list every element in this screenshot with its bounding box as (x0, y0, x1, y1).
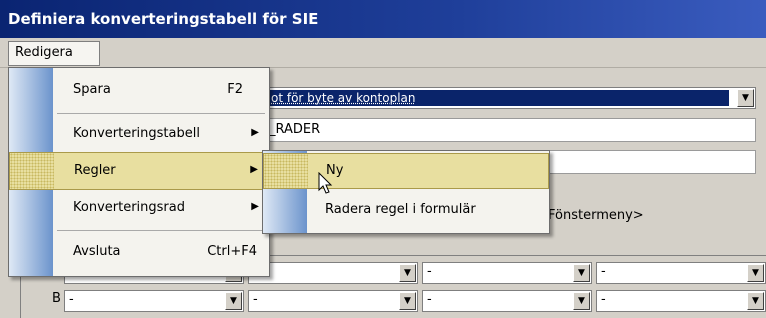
context-menu-hint: Fönstermeny> (548, 208, 644, 223)
mouse-cursor-icon (318, 172, 333, 194)
grid-cell[interactable]: - ▼ (596, 290, 766, 312)
menu-bar: Redigera (0, 38, 766, 68)
submenu-item-ny[interactable]: Ny (263, 153, 549, 189)
menu-item-spara[interactable]: Spara F2 (9, 72, 269, 110)
menu-item-regler[interactable]: Regler ▶ (9, 152, 269, 190)
submenu-arrow-icon: ▶ (251, 201, 259, 212)
grid-cell[interactable]: - ▼ (248, 290, 418, 312)
submenu-arrow-icon: ▶ (250, 164, 258, 175)
menu-redigera[interactable]: Redigera (8, 41, 100, 66)
chevron-down-icon[interactable]: ▼ (747, 264, 764, 282)
grid-cell[interactable]: - ▼ (422, 290, 592, 312)
chevron-down-icon[interactable]: ▼ (747, 292, 764, 310)
window-title: Definiera konverteringstabell för SIE (0, 0, 766, 38)
highlight-strip (10, 153, 54, 189)
chevron-down-icon[interactable]: ▼ (737, 89, 754, 107)
chevron-down-icon[interactable]: ▼ (573, 292, 590, 310)
grid-cell[interactable]: ▼ (248, 262, 418, 284)
redigera-dropdown-menu: Spara F2 Konverteringstabell ▶ Regler ▶ … (8, 67, 270, 277)
chevron-down-icon[interactable]: ▼ (399, 264, 416, 282)
table-name-value: _RADER (269, 122, 321, 137)
menu-item-avsluta[interactable]: Avsluta Ctrl+F4 (9, 234, 269, 272)
menu-item-konverteringstabell[interactable]: Konverteringstabell ▶ (9, 116, 269, 154)
grid-cell[interactable]: - ▼ (422, 262, 592, 284)
menu-item-konverteringsrad[interactable]: Konverteringsrad ▶ (9, 190, 269, 228)
grid-cell[interactable]: - ▼ (596, 262, 766, 284)
description-field[interactable] (540, 150, 756, 174)
table-name-field[interactable]: _RADER (262, 118, 756, 142)
menu-separator (57, 230, 265, 231)
regler-submenu: Ny Radera regel i formulär (262, 150, 550, 234)
chevron-down-icon[interactable]: ▼ (399, 292, 416, 310)
conversion-type-combo[interactable]: ot för byte av kontoplan ▼ (262, 87, 756, 109)
submenu-arrow-icon: ▶ (251, 127, 259, 138)
submenu-item-radera-regel[interactable]: Radera regel i formulär (263, 193, 549, 229)
highlight-strip (264, 154, 308, 188)
row-label-b: B (52, 291, 61, 306)
menu-separator (57, 113, 265, 114)
conversion-type-value: ot för byte av kontoplan (267, 90, 729, 106)
chevron-down-icon[interactable]: ▼ (573, 264, 590, 282)
grid-cell[interactable]: - ▼ (64, 290, 244, 312)
chevron-down-icon[interactable]: ▼ (225, 292, 242, 310)
